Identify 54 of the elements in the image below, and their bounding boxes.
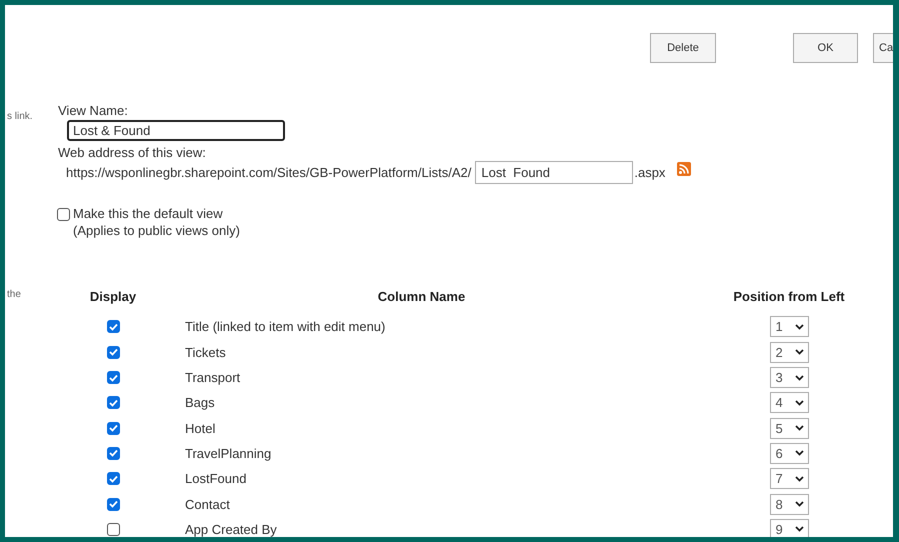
chevron-down-icon <box>794 324 804 330</box>
view-name-field[interactable]: Lost & Found <box>67 120 285 141</box>
position-select[interactable]: 7 <box>770 468 808 490</box>
position-select[interactable]: 1 <box>770 316 808 338</box>
column-name: App Created By <box>185 522 277 537</box>
column-name: Transport <box>185 370 240 386</box>
column-header: Position from Left <box>732 289 846 304</box>
rss-icon[interactable] <box>677 162 692 176</box>
chevron-down-icon <box>794 501 804 508</box>
position-select[interactable]: 9 <box>770 518 808 537</box>
chevron-down-icon <box>794 425 804 432</box>
delete-button[interactable]: Delete <box>650 33 716 63</box>
web-address-label: Web address of this view: <box>58 145 207 161</box>
display-checkbox[interactable] <box>106 371 120 384</box>
chevron-down-icon <box>794 374 804 381</box>
chevron-down-icon <box>794 450 804 456</box>
display-checkbox[interactable] <box>106 396 120 410</box>
display-checkbox[interactable] <box>106 472 120 486</box>
display-checkbox[interactable] <box>106 320 120 334</box>
url-prefix: https://wsponlinegbr.sharepoint.com/Sites/GB-PowerPlatform/Lists/A2/ <box>66 165 472 180</box>
chevron-down-icon <box>794 476 804 482</box>
column-name: Title (linked to item with edit menu) <box>185 319 386 334</box>
default-view-checkbox[interactable] <box>57 208 70 220</box>
column-header: Display <box>88 289 138 304</box>
side-note: the <box>6 289 22 300</box>
position-select[interactable]: 3 <box>770 367 808 388</box>
display-checkbox[interactable] <box>106 446 120 460</box>
column-name: Tickets <box>185 344 226 360</box>
column-name: LostFound <box>185 471 246 486</box>
display-checkbox[interactable] <box>106 422 120 435</box>
position-select[interactable]: 5 <box>770 418 808 439</box>
default-view-note: (Applies to public views only) <box>72 222 241 240</box>
position-select[interactable]: 4 <box>770 392 808 414</box>
view-name-label: View Name: <box>58 103 129 119</box>
position-select[interactable]: 8 <box>770 494 808 515</box>
url-suffix: .aspx <box>634 165 666 180</box>
url-field[interactable]: Lost Found <box>475 161 634 184</box>
chevron-down-icon <box>794 400 804 406</box>
side-note: s link. <box>6 111 34 122</box>
display-checkbox[interactable] <box>106 346 120 359</box>
column-name: Bags <box>185 395 215 410</box>
chevron-down-icon <box>794 526 804 532</box>
position-select[interactable]: 2 <box>770 342 808 363</box>
column-name: TravelPlanning <box>185 446 272 461</box>
chevron-down-icon <box>794 349 804 356</box>
display-checkbox[interactable] <box>106 498 120 511</box>
column-name: Hotel <box>185 420 216 436</box>
cancel-button[interactable]: Ca <box>873 33 893 63</box>
position-select[interactable]: 6 <box>770 442 808 464</box>
default-view-label: Make this the default view <box>73 206 223 222</box>
column-header: Column Name <box>376 289 466 304</box>
ok-button[interactable]: OK <box>793 33 858 63</box>
display-checkbox[interactable] <box>106 522 120 536</box>
column-name: Contact <box>185 496 230 512</box>
